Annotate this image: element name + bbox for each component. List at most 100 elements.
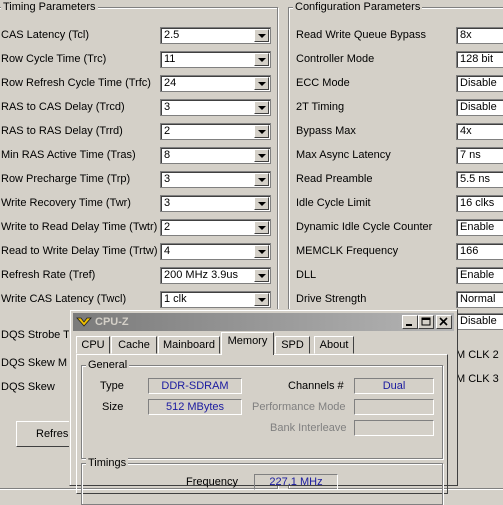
size-label: Size (102, 401, 124, 413)
timing-value-0: 2.5 (164, 29, 180, 41)
config-label-5: Max Async Latency (296, 149, 391, 161)
minimize-button[interactable] (402, 315, 418, 329)
tab-spd[interactable]: SPD (275, 336, 310, 354)
timing-value-10: 200 MHz 3.9us (164, 269, 238, 281)
config-field-4[interactable]: 4x (456, 123, 503, 140)
timing-select-9[interactable]: 4 (160, 243, 271, 260)
config-label-4: Bypass Max (296, 125, 356, 137)
timing-label-10: Refresh Rate (Tref) (1, 269, 96, 281)
timing-label-7: Write Recovery Time (Twr) (1, 197, 131, 209)
chevron-down-icon[interactable] (254, 149, 269, 162)
mclk2-label: M CLK 2 (456, 349, 499, 361)
config-field-11[interactable]: Normal (456, 291, 503, 308)
chevron-down-icon[interactable] (254, 221, 269, 234)
timing-value-2: 24 (164, 77, 177, 89)
tab-memory-label: Memory (227, 335, 268, 347)
config-field-2[interactable]: Disable (456, 75, 503, 92)
mclk3-label: M CLK 3 (456, 373, 499, 385)
timing-select-4[interactable]: 2 (160, 123, 271, 140)
tab-mainboard-label: Mainboard (163, 339, 215, 351)
config-value-5: 7 ns (460, 149, 481, 161)
minimize-icon (406, 324, 412, 326)
config-value-11: Normal (460, 293, 496, 305)
timing-parameters-title: Timing Parameters (1, 0, 98, 14)
config-value-1: 128 bit (460, 53, 494, 65)
dqs-skew-label: DQS Skew (1, 381, 55, 393)
config-value-6: 5.5 ns (460, 173, 490, 185)
tab-mainboard[interactable]: Mainboard (158, 336, 220, 354)
config-value-7: 16 clks (460, 197, 495, 209)
maximize-button[interactable] (418, 315, 434, 329)
tab-cache[interactable]: Cache (111, 336, 157, 354)
extra-config-value: Disable (460, 315, 497, 327)
cpuz-title: CPU-Z (95, 316, 129, 328)
timing-label-6: Row Precharge Time (Trp) (1, 173, 131, 185)
cpuz-titlebar[interactable]: CPU-Z (73, 313, 454, 331)
config-field-10[interactable]: Enable (456, 267, 503, 284)
timing-label-9: Read to Write Delay Time (Trtw) (1, 245, 158, 257)
timing-label-8: Write to Read Delay Time (Twtr) (1, 221, 158, 233)
timing-value-8: 2 (164, 221, 171, 233)
extra-config-field[interactable]: Disable (456, 313, 503, 330)
timing-label-0: CAS Latency (Tcl) (1, 29, 90, 41)
timing-label-3: RAS to CAS Delay (Trcd) (1, 101, 125, 113)
config-value-3: Disable (460, 101, 497, 113)
config-label-7: Idle Cycle Limit (296, 197, 371, 209)
config-label-9: MEMCLK Frequency (296, 245, 399, 257)
config-value-8: Enable (460, 221, 495, 233)
config-field-6[interactable]: 5.5 ns (456, 171, 503, 188)
channels-field: Dual (354, 378, 434, 394)
channels-label: Channels # (288, 380, 344, 392)
timing-select-0[interactable]: 2.5 (160, 27, 271, 44)
timing-label-5: Min RAS Active Time (Tras) (1, 149, 136, 161)
timing-value-3: 3 (164, 101, 171, 113)
chevron-down-icon[interactable] (254, 125, 269, 138)
config-field-1[interactable]: 128 bit (456, 51, 503, 68)
timing-select-7[interactable]: 3 (160, 195, 271, 212)
config-field-3[interactable]: Disable (456, 99, 503, 116)
config-label-3: 2T Timing (296, 101, 345, 113)
tab-memory[interactable]: Memory (221, 332, 274, 355)
chevron-down-icon[interactable] (254, 29, 269, 42)
config-field-0[interactable]: 8x (456, 27, 503, 44)
timing-select-3[interactable]: 3 (160, 99, 271, 116)
chevron-down-icon[interactable] (254, 173, 269, 186)
timing-select-11[interactable]: 1 clk (160, 291, 271, 308)
config-field-7[interactable]: 16 clks (456, 195, 503, 212)
size-field: 512 MBytes (148, 399, 242, 415)
general-title: General (86, 358, 130, 372)
dqs-strobe-label: DQS Strobe T (1, 329, 70, 341)
chevron-down-icon[interactable] (254, 101, 269, 114)
timing-value-1: 11 (164, 53, 176, 65)
timing-select-2[interactable]: 24 (160, 75, 271, 92)
timing-label-2: Row Refresh Cycle Time (Trfc) (1, 77, 151, 89)
config-field-5[interactable]: 7 ns (456, 147, 503, 164)
timing-select-5[interactable]: 8 (160, 147, 271, 164)
cpuz-window[interactable]: CPU-Z CPU Cache Mainboard Memory SPD Abo… (69, 309, 458, 505)
tab-about-label: About (319, 339, 349, 351)
config-field-8[interactable]: Enable (456, 219, 503, 236)
timing-select-10[interactable]: 200 MHz 3.9us (160, 267, 271, 284)
config-field-9[interactable]: 166 (456, 243, 503, 260)
timing-value-4: 2 (164, 125, 171, 137)
config-label-11: Drive Strength (296, 293, 367, 305)
timing-select-8[interactable]: 2 (160, 219, 271, 236)
chevron-down-icon[interactable] (254, 77, 269, 90)
timing-value-7: 3 (164, 197, 171, 209)
timing-value-6: 3 (164, 173, 171, 185)
timings-title: Timings (86, 456, 129, 470)
tab-about[interactable]: About (314, 336, 354, 354)
chevron-down-icon[interactable] (254, 269, 269, 282)
timing-value-5: 8 (164, 149, 171, 161)
frequency-label: Frequency (186, 476, 238, 488)
chevron-down-icon[interactable] (254, 293, 269, 306)
close-button[interactable] (436, 315, 452, 329)
tab-spd-label: SPD (281, 339, 304, 351)
chevron-down-icon[interactable] (254, 53, 269, 66)
timing-select-6[interactable]: 3 (160, 171, 271, 188)
timing-select-1[interactable]: 11 (160, 51, 271, 68)
tab-cpu[interactable]: CPU (76, 336, 110, 354)
chevron-down-icon[interactable] (254, 197, 269, 210)
chevron-down-icon[interactable] (254, 245, 269, 258)
dqs-skew-m-label: DQS Skew M (1, 357, 68, 369)
